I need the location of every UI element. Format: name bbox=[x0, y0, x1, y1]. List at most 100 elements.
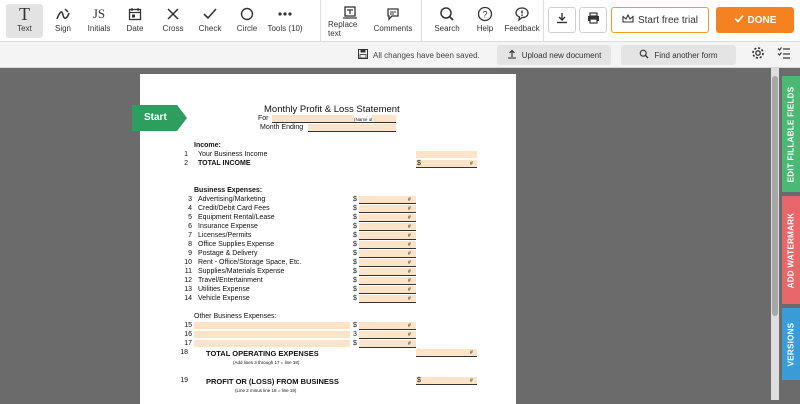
start-guide-tag[interactable]: Start bbox=[132, 105, 187, 131]
download-button[interactable] bbox=[548, 7, 576, 33]
other-expense-name-field[interactable] bbox=[194, 322, 350, 329]
more-tools-label: Tools (10) bbox=[267, 24, 303, 33]
check-tool-label: Check bbox=[198, 24, 222, 33]
comments-label: Comments bbox=[373, 24, 413, 33]
total-operating-note: (Add lines 3 through 17 = line 18) bbox=[233, 360, 300, 365]
income-heading: Income: bbox=[194, 142, 221, 149]
dollar-sign: 3 bbox=[353, 331, 357, 338]
expense-label: Vehicle Expense bbox=[198, 295, 250, 302]
line-number: 17 bbox=[184, 340, 192, 347]
search-tool[interactable]: Search bbox=[432, 4, 462, 38]
underline bbox=[359, 239, 416, 240]
save-icon bbox=[358, 49, 368, 61]
text-tool[interactable]: T Text bbox=[6, 4, 43, 38]
underline bbox=[359, 302, 416, 303]
find-another-form-button[interactable]: Find another form bbox=[621, 45, 736, 65]
dollar-sign: $ bbox=[353, 232, 357, 239]
line-number: 15 bbox=[184, 322, 192, 329]
toolbar-divider bbox=[320, 0, 321, 42]
circle-tool-label: Circle bbox=[236, 24, 258, 33]
line-number: 4 bbox=[188, 205, 192, 212]
upload-icon bbox=[507, 49, 517, 61]
date-tool[interactable]: Date bbox=[120, 4, 150, 38]
dollar-sign: $ bbox=[353, 295, 357, 302]
dollar-sign: $ bbox=[353, 196, 357, 203]
total-income-label: TOTAL INCOME bbox=[198, 160, 251, 167]
dollar-sign: $ bbox=[353, 322, 357, 329]
feedback-label: Feedback bbox=[504, 24, 540, 33]
comments-tool[interactable]: Comments bbox=[374, 4, 412, 38]
sign-icon bbox=[55, 4, 71, 24]
line-number: 16 bbox=[184, 331, 192, 338]
gear-icon bbox=[751, 46, 765, 65]
underline bbox=[359, 212, 416, 213]
dollar-sign: $ bbox=[353, 250, 357, 257]
done-button[interactable]: DONE bbox=[716, 7, 794, 33]
underline bbox=[359, 347, 416, 348]
start-free-trial-button[interactable]: Start free trial bbox=[611, 7, 709, 33]
print-button[interactable] bbox=[579, 7, 607, 33]
other-expense-name-field[interactable] bbox=[194, 340, 350, 347]
crown-icon bbox=[622, 13, 634, 27]
total-income-field[interactable] bbox=[416, 160, 477, 167]
dollar-sign: $ bbox=[353, 259, 357, 266]
dollar-sign: $ bbox=[417, 377, 421, 384]
edit-fillable-fields-tab[interactable]: EDIT FILLABLE FIELDS bbox=[782, 76, 800, 192]
business-name-field[interactable] bbox=[272, 115, 354, 122]
sign-tool[interactable]: Sign bbox=[48, 4, 78, 38]
profit-loss-note: (Line 2 minus line 18 = line 19) bbox=[235, 388, 297, 393]
date-tool-label: Date bbox=[126, 24, 144, 33]
circle-tool[interactable]: Circle bbox=[232, 4, 262, 38]
business-name-field-tail[interactable] bbox=[372, 115, 396, 122]
scrollbar-thumb[interactable] bbox=[772, 76, 778, 316]
cross-icon bbox=[166, 4, 180, 24]
line-number: 3 bbox=[188, 196, 192, 203]
expense-label: Advertising/Marketing bbox=[198, 196, 266, 203]
download-icon bbox=[556, 11, 568, 29]
line-number: 18 bbox=[180, 349, 188, 356]
text-icon: T bbox=[19, 3, 30, 24]
help-label: Help bbox=[476, 24, 494, 33]
initials-tool[interactable]: JS Initials bbox=[84, 4, 114, 38]
check-tool[interactable]: Check bbox=[195, 4, 225, 38]
month-ending-field[interactable] bbox=[308, 124, 396, 131]
profit-loss-field[interactable] bbox=[416, 377, 477, 384]
underline bbox=[359, 221, 416, 222]
upload-new-document-button[interactable]: Upload new document bbox=[497, 45, 611, 65]
settings-button[interactable] bbox=[750, 46, 766, 65]
print-icon bbox=[587, 11, 600, 29]
help-tool[interactable]: ? Help bbox=[470, 4, 500, 38]
versions-tab[interactable]: VERSIONS bbox=[782, 308, 800, 380]
dollar-sign: $ bbox=[417, 160, 421, 167]
date-icon bbox=[128, 4, 142, 24]
expense-label: Rent - Office/Storage Space, Etc. bbox=[198, 259, 302, 266]
expense-label: Travel/Entertainment bbox=[198, 277, 263, 284]
feedback-tool[interactable]: Feedback bbox=[504, 4, 540, 38]
total-operating-label: TOTAL OPERATING EXPENSES bbox=[206, 349, 319, 358]
add-watermark-tab[interactable]: ADD WATERMARK bbox=[782, 196, 800, 304]
more-tools[interactable]: Tools (10) bbox=[266, 4, 304, 38]
versions-label: VERSIONS bbox=[786, 322, 796, 366]
expense-label: Office Supplies Expense bbox=[198, 241, 275, 248]
dollar-sign: $ bbox=[353, 268, 357, 275]
underline bbox=[354, 122, 396, 123]
other-expense-name-field[interactable] bbox=[194, 331, 350, 338]
replace-text-tool[interactable]: Replace text bbox=[328, 4, 372, 38]
underline bbox=[359, 338, 416, 339]
checklist-button[interactable] bbox=[776, 46, 792, 63]
toolbar-divider bbox=[421, 0, 422, 42]
underline bbox=[416, 167, 477, 168]
cross-tool[interactable]: Cross bbox=[158, 4, 188, 38]
total-operating-field[interactable] bbox=[416, 349, 477, 356]
business-income-field[interactable] bbox=[416, 151, 477, 158]
document-title: Monthly Profit & Loss Statement bbox=[264, 104, 400, 115]
text-tool-label: Text bbox=[17, 24, 32, 33]
underline bbox=[308, 131, 396, 132]
for-label: For bbox=[258, 115, 269, 122]
line-number: 5 bbox=[188, 214, 192, 221]
save-status-text: All changes have been saved. bbox=[373, 50, 480, 60]
expenses-heading: Business Expenses: bbox=[194, 187, 263, 194]
underline bbox=[359, 248, 416, 249]
underline bbox=[359, 266, 416, 267]
line-number: 6 bbox=[188, 223, 192, 230]
